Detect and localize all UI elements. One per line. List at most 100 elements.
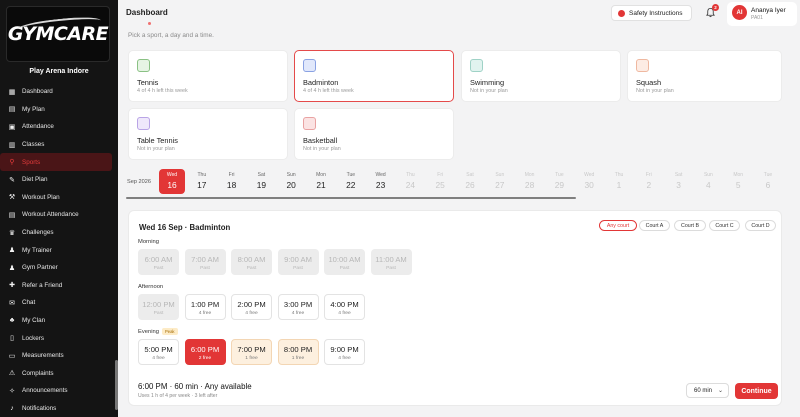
sport-card-swimming[interactable]: Swimming Not in your plan [461, 50, 621, 102]
sidebar-item-workout-attendance[interactable]: ▤ Workout Attendance [0, 206, 112, 224]
sidebar-item-refer-a-friend[interactable]: ✚ Refer a Friend [0, 277, 112, 295]
user-profile[interactable]: AI Ananya Iyer PA01 [727, 2, 797, 26]
sidebar-item-workout-plan[interactable]: ⚒ Workout Plan [0, 189, 112, 207]
sidebar-item-complaints[interactable]: ⚠ Complaints [0, 365, 112, 383]
date-chip[interactable]: Sun 20 [278, 169, 304, 194]
gymcare-logo[interactable]: GYMCARE [6, 6, 110, 62]
date-weekday: Wed [166, 172, 178, 178]
sidebar-item-announcements[interactable]: ✧ Announcements [0, 382, 112, 400]
court-chip-court-b[interactable]: Court B [674, 220, 706, 231]
chat-icon: ✉ [9, 299, 15, 307]
sidebar-item-dashboard[interactable]: ▦ Dashboard [0, 83, 112, 101]
date-number: 30 [584, 180, 594, 190]
date-number: 25 [435, 180, 445, 190]
sidebar-item-label: Lockers [22, 334, 45, 342]
sidebar-item-label: Diet Plan [22, 176, 48, 184]
sidebar-item-diet-plan[interactable]: ✎ Diet Plan [0, 171, 112, 189]
sport-icon [303, 59, 316, 72]
date-strip-scrollbar[interactable] [126, 197, 576, 199]
notification-badge: 2 [712, 4, 719, 11]
date-weekday: Mon [316, 172, 326, 178]
sport-quota: Not in your plan [636, 88, 674, 94]
sidebar-item-label: Dashboard [22, 88, 53, 96]
sidebar-item-sports[interactable]: ⚲ Sports [0, 153, 112, 171]
date-chip[interactable]: Wed 23 [368, 169, 394, 194]
sidebar-item-lockers[interactable]: ▯ Lockers [0, 329, 112, 347]
time-slot: 9:00 AM Past [277, 249, 319, 275]
sport-quota: Not in your plan [470, 88, 508, 94]
slot-time: 11:00 AM [375, 255, 407, 264]
sidebar-item-measurements[interactable]: ▭ Measurements [0, 347, 112, 365]
slot-time: 8:00 AM [237, 255, 266, 264]
date-chip[interactable]: Wed 16 [159, 169, 185, 194]
sport-card-basketball[interactable]: Basketball Not in your plan [294, 108, 454, 160]
sidebar-item-my-clan[interactable]: ♣ My Clan [0, 312, 112, 330]
date-chip[interactable]: Fri 18 [219, 169, 245, 194]
sidebar-item-notifications[interactable]: ♪ Notifications [0, 400, 112, 417]
date-chip[interactable]: Sat 19 [248, 169, 274, 194]
time-slot[interactable]: 2:00 PM 4 free [231, 294, 272, 320]
date-weekday: Fri [437, 172, 444, 178]
date-weekday: Thu [197, 172, 207, 178]
slot-availability: Past [246, 266, 257, 271]
slot-availability: 4 free [338, 356, 351, 361]
sidebar-item-challenges[interactable]: ♛ Challenges [0, 224, 112, 242]
sidebar-item-classes[interactable]: ▥ Classes [0, 136, 112, 154]
slot-availability: Past [153, 266, 164, 271]
date-chip: Fri 25 [427, 169, 453, 194]
time-slot[interactable]: 5:00 PM 4 free [138, 339, 179, 365]
court-chip-court-d[interactable]: Court D [745, 220, 776, 231]
date-chip: Thu 24 [397, 169, 423, 194]
sidebar-item-label: Refer a Friend [22, 281, 63, 289]
sidebar-scrollbar[interactable] [115, 360, 118, 410]
time-slot[interactable]: 8:00 PM 1 free [277, 339, 319, 365]
date-chip: Fri 2 [636, 169, 662, 194]
slot-time: 8:00 PM [283, 345, 313, 354]
time-slot[interactable]: 1:00 PM 4 free [184, 294, 226, 320]
sport-card-tennis[interactable]: Tennis 4 of 4 h left this week [128, 50, 288, 102]
sidebar-item-my-plan[interactable]: ▤ My Plan [0, 101, 112, 119]
date-weekday: Sat [466, 172, 474, 178]
time-slot[interactable]: 3:00 PM 4 free [277, 294, 319, 320]
slot-time: 7:00 AM [191, 255, 219, 264]
time-slot[interactable]: 7:00 PM 1 free [231, 339, 272, 365]
sport-quota: Not in your plan [137, 146, 175, 152]
date-chip: Sun 27 [487, 169, 513, 194]
sidebar-item-label: My Plan [22, 105, 45, 113]
date-chip[interactable]: Tue 22 [338, 169, 364, 194]
court-chip-court-c[interactable]: Court C [709, 220, 740, 231]
slot-time: 9:00 PM [330, 345, 359, 354]
sidebar-item-attendance[interactable]: ▣ Attendance [0, 118, 112, 136]
time-slot[interactable]: 6:00 PM 2 free [184, 339, 226, 365]
time-slot[interactable]: 4:00 PM 4 free [324, 294, 365, 320]
date-chip[interactable]: Thu 17 [189, 169, 215, 194]
sport-card-squash[interactable]: Squash Not in your plan [627, 50, 782, 102]
date-weekday: Fri [228, 172, 235, 178]
date-number: 5 [735, 180, 741, 190]
date-chip[interactable]: Mon 21 [308, 169, 334, 194]
sidebar-item-my-trainer[interactable]: ♟ My Trainer [0, 241, 112, 259]
diet-icon: ✎ [9, 176, 15, 184]
time-slot[interactable]: 9:00 PM 4 free [324, 339, 365, 365]
date-number: 21 [316, 180, 326, 190]
safety-instructions-button[interactable]: Safety Instructions [611, 5, 692, 21]
sidebar-item-chat[interactable]: ✉ Chat [0, 294, 112, 312]
user-id: PA01 [751, 15, 763, 21]
court-chip-any-court[interactable]: Any court [599, 220, 637, 231]
date-weekday: Sun [286, 172, 296, 178]
sidebar-item-label: Measurements [22, 352, 64, 360]
duration-select[interactable]: 60 min ⌄ [686, 383, 729, 398]
date-number: 2 [646, 180, 652, 190]
sidebar-item-gym-partner[interactable]: ♟ Gym Partner [0, 259, 112, 277]
date-chip: Tue 6 [755, 169, 781, 194]
sport-icon [137, 117, 150, 130]
date-number: 22 [346, 180, 356, 190]
date-number: 23 [375, 180, 386, 190]
sport-icon [470, 59, 483, 72]
sport-card-table-tennis[interactable]: Table Tennis Not in your plan [128, 108, 288, 160]
slot-panel: Wed 16 Sep · Badminton Any court Court A C… [128, 210, 782, 406]
court-chip-court-a[interactable]: Court A [639, 220, 670, 231]
sport-card-badminton[interactable]: Badminton 4 of 4 h left this week [294, 50, 454, 102]
continue-button[interactable]: Continue [735, 383, 778, 399]
date-weekday: Sun [495, 172, 505, 178]
